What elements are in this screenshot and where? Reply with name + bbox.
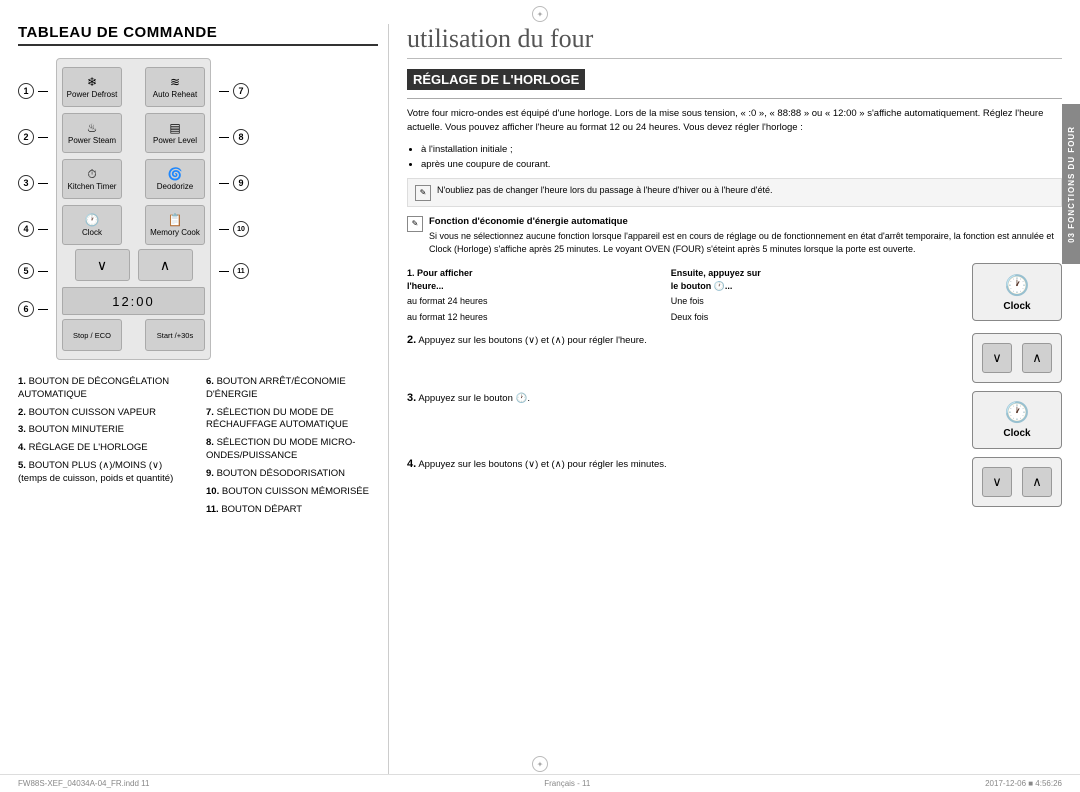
right-section-title: RÉGLAGE DE L'HORLOGE: [407, 69, 585, 90]
start-button[interactable]: Start /+30s: [145, 319, 205, 351]
footer-left: FW88S-XEF_04034A-04_FR.indd 11: [18, 779, 149, 788]
clock-label-step1: Clock: [1003, 301, 1030, 312]
compass-bottom-icon: ✦: [532, 756, 548, 772]
function-heading: Fonction d'économie d'énergie automatiqu…: [429, 215, 1062, 228]
legend-col-1: 1. BOUTON DE DÉCONGÉLATION AUTOMATIQUE 2…: [18, 376, 190, 521]
legend-item-2: 2. BOUTON CUISSON VAPEUR: [18, 407, 190, 420]
num-label-3: 3 —: [18, 160, 48, 206]
legend-item-9: 9. BOUTON DÉSODORISATION: [206, 468, 378, 481]
panel-row-4: 🕐 Clock 📋 Memory Cook: [62, 203, 205, 247]
legend-item-4: 4. RÉGLAGE DE L'HORLOGE: [18, 442, 190, 455]
clock-icon-step3: 🕐: [1005, 400, 1030, 425]
power-level-button[interactable]: ▤ Power Level: [145, 113, 205, 153]
number-labels-right: — 7 — 8 — 9 — 10: [219, 58, 249, 290]
function-text: Si vous ne sélectionnez aucune fonction …: [429, 230, 1062, 255]
step-4: 4. Appuyez sur les boutons (∨) et (∧) po…: [407, 457, 1062, 507]
legend-item-3: 3. BOUTON MINUTERIE: [18, 424, 190, 437]
sidebar-tab-text: 03 FONCTIONS DU FOUR: [1067, 126, 1076, 243]
num-label-2: 2 —: [18, 114, 48, 160]
step-1: 1. Pour afficherl'heure... Ensuite, appu…: [407, 263, 1062, 324]
footer-right: 2017-12-06 ■ 4:56:26: [985, 779, 1062, 788]
page-title: utilisation du four: [407, 24, 1062, 59]
num-label-4: 4 —: [18, 206, 48, 252]
arrow-up-step4[interactable]: ∧: [1022, 467, 1052, 497]
arrow-up-button[interactable]: ∧: [138, 249, 193, 281]
legend-col-2: 6. BOUTON ARRÊT/ÉCONOMIE D'ÉNERGIE 7. SÉ…: [206, 376, 378, 521]
legend-item-1: 1. BOUTON DE DÉCONGÉLATION AUTOMATIQUE: [18, 376, 190, 402]
step-2: 2. Appuyez sur les boutons (∨) et (∧) po…: [407, 333, 1062, 383]
page: ✦ TABLEAU DE COMMANDE 1 — 2 — 3: [0, 0, 1080, 792]
display-panel: 12:00: [62, 287, 205, 315]
panel-bottom-row: Stop / ECO Start /+30s: [62, 317, 205, 353]
num-label-11: — 11: [219, 252, 249, 290]
legend-item-8: 8. SÉLECTION DU MODE MICRO-ONDES/PUISSAN…: [206, 437, 378, 463]
step-3: 3. Appuyez sur le bouton 🕐. 🕐 Clock: [407, 391, 1062, 449]
left-section-title: TABLEAU DE COMMANDE: [18, 24, 378, 46]
power-steam-button[interactable]: ♨ Power Steam: [62, 113, 122, 153]
arrow-down-button[interactable]: ∨: [75, 249, 130, 281]
kitchen-timer-button[interactable]: ⏱ Kitchen Timer: [62, 159, 122, 199]
num-label-7: — 7: [219, 68, 249, 114]
bullet-list: à l'installation initiale ; après une co…: [421, 142, 1062, 172]
number-labels-left: 1 — 2 — 3 — 4 —: [18, 58, 48, 328]
panel-row-2: ♨ Power Steam ▤ Power Level: [62, 111, 205, 155]
legend-item-11: 11. BOUTON DÉPART: [206, 504, 378, 517]
clock-icon-step1: 🕐: [1005, 273, 1030, 298]
panel-row-1: ❄ Power Defrost ≋ Auto Reheat: [62, 65, 205, 109]
arrows-button-step2: ∨ ∧: [972, 333, 1062, 383]
sidebar-tab: 03 FONCTIONS DU FOUR: [1062, 104, 1080, 264]
num-label-1: 1 —: [18, 68, 48, 114]
footer: FW88S-XEF_04034A-04_FR.indd 11 Français …: [0, 774, 1080, 792]
control-panel: ❄ Power Defrost ≋ Auto Reheat ♨ Power St…: [56, 58, 211, 360]
arrow-down-step2[interactable]: ∨: [982, 343, 1012, 373]
control-panel-area: 1 — 2 — 3 — 4 —: [18, 58, 378, 360]
num-label-6: 6 —: [18, 290, 48, 328]
clock-button-panel[interactable]: 🕐 Clock: [62, 205, 122, 245]
legend-item-10: 10. BOUTON CUISSON MÉMORISÉE: [206, 486, 378, 499]
auto-reheat-button[interactable]: ≋ Auto Reheat: [145, 67, 205, 107]
memory-cook-button[interactable]: 📋 Memory Cook: [145, 205, 205, 245]
power-defrost-button[interactable]: ❄ Power Defrost: [62, 67, 122, 107]
steps-area: 1. Pour afficherl'heure... Ensuite, appu…: [407, 263, 1062, 506]
clock-label-step3: Clock: [1003, 428, 1030, 439]
section-divider: RÉGLAGE DE L'HORLOGE: [407, 69, 1062, 99]
footer-center: Français - 11: [544, 779, 590, 788]
stop-eco-button[interactable]: Stop / ECO: [62, 319, 122, 351]
legend-item-7: 7. SÉLECTION DU MODE DE RÉCHAUFFAGE AUTO…: [206, 407, 378, 433]
arrow-up-step2[interactable]: ∧: [1022, 343, 1052, 373]
bullet-item-1: à l'installation initiale ;: [421, 142, 1062, 157]
compass-top-icon: ✦: [532, 6, 548, 22]
panel-arrow-row: ∨ ∧: [62, 249, 205, 285]
note-box-1: ✎ N'oubliez pas de changer l'heure lors …: [407, 178, 1062, 207]
legend-item-6: 6. BOUTON ARRÊT/ÉCONOMIE D'ÉNERGIE: [206, 376, 378, 402]
arrows-button-step4: ∨ ∧: [972, 457, 1062, 507]
panel-row-3: ⏱ Kitchen Timer 🌀 Deodorize: [62, 157, 205, 201]
clock-button-step1[interactable]: 🕐 Clock: [972, 263, 1062, 321]
clock-button-step3[interactable]: 🕐 Clock: [972, 391, 1062, 449]
num-label-8: — 8: [219, 114, 249, 160]
left-column: TABLEAU DE COMMANDE 1 — 2 — 3 —: [18, 24, 388, 774]
num-label-9: — 9: [219, 160, 249, 206]
bullet-item-2: après une coupure de courant.: [421, 157, 1062, 172]
intro-text: Votre four micro-ondes est équipé d'une …: [407, 107, 1062, 136]
arrow-down-step4[interactable]: ∨: [982, 467, 1012, 497]
right-column: utilisation du four RÉGLAGE DE L'HORLOGE…: [388, 24, 1062, 774]
step-1-table: 1. Pour afficherl'heure... Ensuite, appu…: [407, 266, 964, 324]
legend-list: 1. BOUTON DE DÉCONGÉLATION AUTOMATIQUE 2…: [18, 376, 378, 521]
num-label-10: — 10: [219, 206, 249, 252]
legend-item-5: 5. BOUTON PLUS (∧)/MOINS (∨) (temps de c…: [18, 460, 190, 486]
deodorize-button[interactable]: 🌀 Deodorize: [145, 159, 205, 199]
function-note-box: ✎ Fonction d'économie d'énergie automati…: [407, 213, 1062, 257]
num-label-5: 5 —: [18, 252, 48, 290]
note-text-1: N'oubliez pas de changer l'heure lors du…: [437, 184, 773, 197]
note-icon: ✎: [415, 185, 431, 201]
